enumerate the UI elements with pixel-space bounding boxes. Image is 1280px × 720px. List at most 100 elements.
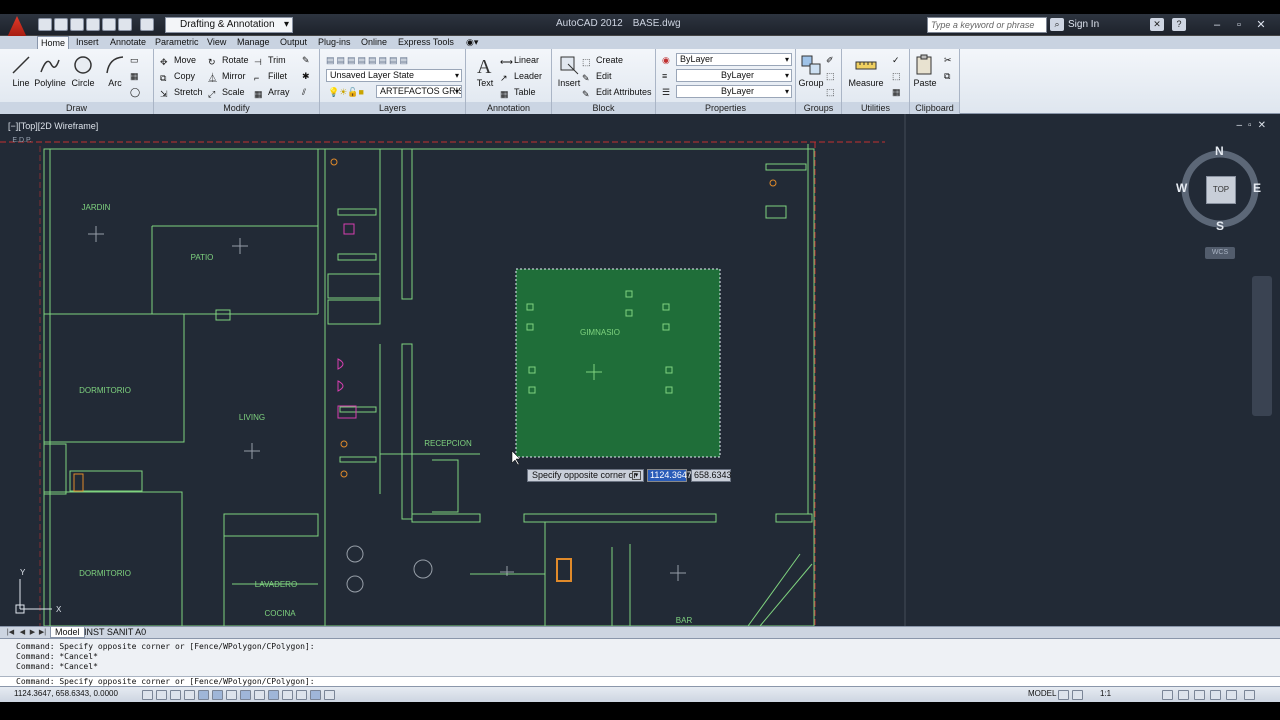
transparency-toggle[interactable] — [296, 690, 307, 700]
quick-view-layouts-icon[interactable] — [1058, 690, 1069, 700]
save-icon[interactable] — [70, 18, 84, 31]
compass-west[interactable]: W — [1176, 181, 1187, 195]
3d-osnap-toggle[interactable] — [226, 690, 237, 700]
tab-view[interactable]: View — [207, 36, 226, 49]
minimize-icon[interactable]: – — [1208, 18, 1226, 32]
dynamic-options-icon[interactable]: ▾ — [632, 471, 641, 480]
erase-icon[interactable]: ✎ — [302, 53, 310, 67]
draw-panel-title[interactable]: Draw — [0, 102, 153, 114]
hatch-icon[interactable]: ▦ — [130, 69, 139, 83]
open-icon[interactable] — [54, 18, 68, 31]
insert-button[interactable]: Insert — [552, 52, 586, 96]
group-edit-icon[interactable]: ⬚ — [826, 69, 835, 83]
quick-properties-toggle[interactable] — [310, 690, 321, 700]
tab-home[interactable]: Home — [37, 36, 70, 49]
polyline-button[interactable]: Polyline — [32, 52, 68, 96]
utilities-panel-title[interactable]: Utilities — [842, 102, 909, 114]
scale-button[interactable]: ⤢ Scale — [208, 85, 245, 99]
modify-panel-title[interactable]: Modify — [154, 102, 319, 114]
rotate-button[interactable]: ↻ Rotate — [208, 53, 249, 67]
quick-select-icon[interactable]: ✓ — [892, 53, 900, 67]
dyn-toggle[interactable] — [268, 690, 279, 700]
paste-button[interactable]: Paste — [910, 52, 940, 96]
isolate-objects-icon[interactable] — [1210, 690, 1221, 700]
ortho-toggle[interactable] — [184, 690, 195, 700]
dynamic-input-y[interactable]: 658.6343 — [691, 469, 732, 482]
polar-toggle[interactable] — [198, 690, 209, 700]
linetype-select[interactable]: ByLayer — [676, 69, 792, 82]
copy-clip-icon[interactable]: ⧉ — [944, 69, 950, 83]
ungroup-icon[interactable]: ✐ — [826, 53, 834, 67]
ribbon-toggle-icon[interactable]: ◉▾ — [466, 36, 478, 49]
cut-icon[interactable]: ✂ — [944, 53, 952, 67]
close-icon[interactable]: ✕ — [1252, 18, 1270, 32]
drawing-area[interactable]: JARDIN PATIO DORMITORIO LIVING DORMITORI… — [0, 114, 1280, 626]
rectangle-icon[interactable]: ▭ — [130, 53, 139, 67]
floor-plan-drawing[interactable]: JARDIN PATIO DORMITORIO LIVING DORMITORI… — [0, 114, 1280, 626]
search-input[interactable]: Type a keyword or phrase — [927, 17, 1047, 33]
properties-panel-title[interactable]: Properties — [656, 102, 795, 114]
tab-express-tools[interactable]: Express Tools — [398, 36, 454, 49]
grid-toggle[interactable] — [170, 690, 181, 700]
last-tab-icon[interactable]: ▶| — [38, 627, 47, 638]
sign-in-link[interactable]: Sign In — [1068, 19, 1099, 30]
annotation-panel-title[interactable]: Annotation — [466, 102, 551, 114]
undo-icon[interactable] — [118, 18, 132, 31]
save-as-icon[interactable] — [86, 18, 100, 31]
plot-icon[interactable] — [102, 18, 116, 31]
tab-output[interactable]: Output — [280, 36, 307, 49]
offset-icon[interactable]: ⫽ — [302, 85, 306, 99]
osnap-toggle[interactable] — [212, 690, 223, 700]
lineweight-select[interactable]: ByLayer — [676, 85, 792, 98]
new-icon[interactable] — [38, 18, 52, 31]
search-icon[interactable]: ⌕ — [1050, 18, 1064, 31]
color-select[interactable]: ByLayer — [676, 53, 792, 66]
lock-ui-icon[interactable] — [1178, 690, 1189, 700]
model-space-button[interactable]: MODEL — [1028, 689, 1056, 698]
current-layer-select[interactable]: ARTEFACTOS GRIS — [376, 85, 462, 98]
calculator-icon[interactable]: ▦ — [892, 85, 901, 99]
groups-panel-title[interactable]: Groups — [796, 102, 841, 114]
edit-attributes-button[interactable]: ✎ Edit Attributes — [582, 85, 652, 99]
tab-manage[interactable]: Manage — [237, 36, 270, 49]
tab-plugins[interactable]: Plug-ins — [318, 36, 351, 49]
text-button[interactable]: A Text — [468, 52, 502, 96]
maximize-icon[interactable]: ▫ — [1230, 18, 1248, 32]
compass-south[interactable]: S — [1216, 219, 1224, 233]
copy-button[interactable]: ⧉ Copy — [160, 69, 195, 83]
otrack-toggle[interactable] — [240, 690, 251, 700]
tab-parametric[interactable]: Parametric — [155, 36, 199, 49]
prev-tab-icon[interactable]: ◀ — [18, 627, 27, 638]
selection-cycling-toggle[interactable] — [324, 690, 335, 700]
tab-insert[interactable]: Insert — [76, 36, 99, 49]
group-select-icon[interactable]: ⬚ — [826, 85, 835, 99]
next-tab-icon[interactable]: ▶ — [28, 627, 37, 638]
layer-tools-icon[interactable]: ▤▤▤▤▤▤▤▤ — [326, 53, 410, 67]
arc-button[interactable]: Arc — [98, 52, 132, 96]
circle-button[interactable]: Circle — [66, 52, 100, 96]
layers-panel-title[interactable]: Layers — [320, 102, 465, 114]
layer-state-select[interactable]: Unsaved Layer State — [326, 69, 462, 82]
edit-block-button[interactable]: ✎ Edit — [582, 69, 612, 83]
coordinates-readout[interactable]: 1124.3647, 658.6343, 0.0000 — [14, 689, 118, 698]
array-button[interactable]: ▦ Array — [254, 85, 290, 99]
layer-state-icons[interactable]: 💡☀🔓■ — [328, 85, 364, 99]
table-button[interactable]: ▦ Table — [500, 85, 536, 99]
id-point-icon[interactable]: ⬚ — [892, 69, 901, 83]
redo-icon[interactable] — [140, 18, 154, 31]
status-bar-menu-icon[interactable] — [1226, 690, 1237, 700]
stretch-button[interactable]: ⇲ Stretch — [160, 85, 203, 99]
first-tab-icon[interactable]: |◀ — [6, 627, 15, 638]
workspace-select[interactable]: Drafting & Annotation — [165, 17, 293, 33]
ducs-toggle[interactable] — [254, 690, 265, 700]
mirror-button[interactable]: ⏅ Mirror — [208, 69, 246, 83]
explode-icon[interactable]: ✱ — [302, 69, 310, 83]
command-window[interactable]: Command: Specify opposite corner or [Fen… — [0, 638, 1280, 687]
exchange-icon[interactable]: ✕ — [1150, 18, 1164, 31]
quick-view-drawings-icon[interactable] — [1072, 690, 1083, 700]
create-block-button[interactable]: ⬚ Create — [582, 53, 623, 67]
compass-north[interactable]: N — [1215, 144, 1224, 158]
viewcube-top-face[interactable]: TOP — [1206, 176, 1236, 204]
measure-button[interactable]: Measure — [846, 52, 886, 96]
infer-constraints-toggle[interactable] — [142, 690, 153, 700]
